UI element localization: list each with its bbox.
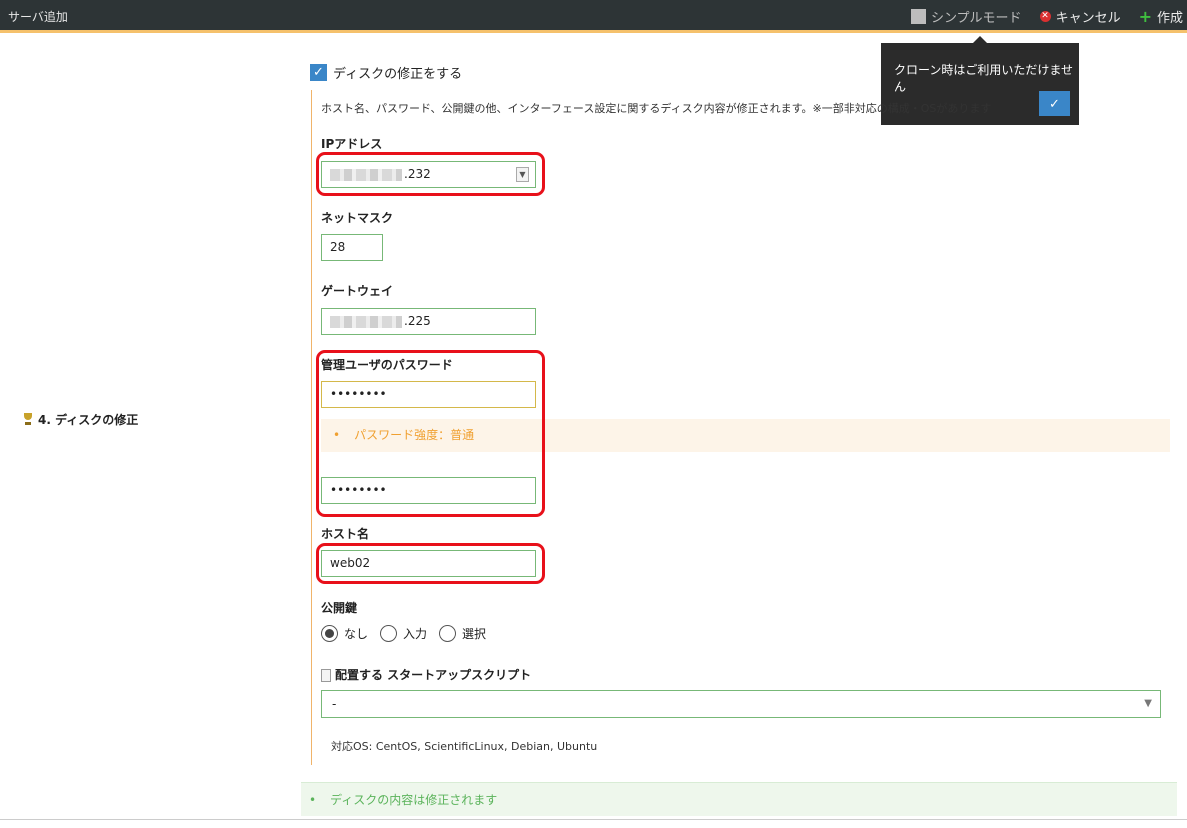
netmask-label: ネットマスク: [321, 211, 394, 225]
trophy-icon: [22, 413, 34, 426]
disk-modified-notice: • ディスクの内容は修正されます: [301, 782, 1177, 816]
startup-script-label-row: 配置する スタートアップスクリプト: [321, 666, 531, 683]
section-heading: 4. ディスクの修正: [22, 411, 138, 428]
gateway-label: ゲートウェイ: [321, 284, 394, 298]
pubkey-option-input: 入力: [403, 627, 428, 641]
pubkey-radio-select[interactable]: [439, 625, 457, 642]
ip-label: IPアドレス: [321, 137, 383, 151]
highlight-hostname: [316, 543, 545, 584]
square-checkbox-icon: [910, 9, 926, 24]
pubkey-radio-group: なし 入力 選択: [321, 625, 492, 642]
startup-script-label: 配置する スタートアップスクリプト: [335, 668, 532, 682]
pubkey-radio-none[interactable]: [321, 625, 338, 642]
tooltip-arrow: [973, 36, 987, 43]
disk-edit-description: ホスト名、パスワード、公開鍵の他、インターフェース設定に関するディスク内容が修正…: [321, 102, 992, 115]
netmask-input[interactable]: 28: [321, 234, 383, 261]
disk-edit-checkbox[interactable]: ✓: [310, 64, 327, 81]
bullet-icon: •: [309, 793, 317, 807]
gateway-value-suffix: .225: [404, 314, 431, 328]
pubkey-radio-input[interactable]: [380, 625, 398, 642]
highlight-password: [316, 350, 545, 517]
disk-edit-checkbox-row[interactable]: ✓ ディスクの修正をする: [310, 63, 462, 82]
top-bar: サーバ追加 シンプルモード ✕ キャンセル + 作成: [0, 0, 1187, 33]
hostname-label: ホスト名: [321, 527, 370, 541]
pubkey-option-none: なし: [344, 627, 369, 641]
gateway-input[interactable]: .225: [321, 308, 536, 335]
highlight-ip: [316, 152, 545, 196]
cancel-button[interactable]: ✕ キャンセル: [1039, 7, 1121, 26]
create-label: 作成: [1156, 11, 1183, 26]
close-icon: ✕: [1039, 11, 1051, 22]
section-title: 4. ディスクの修正: [38, 413, 139, 427]
cancel-label: キャンセル: [1055, 11, 1121, 26]
simple-mode-toggle[interactable]: シンプルモード: [910, 7, 1022, 26]
disk-edit-checkbox-label: ディスクの修正をする: [333, 67, 463, 82]
startup-script-value: -: [332, 697, 337, 711]
pubkey-option-select: 選択: [462, 627, 487, 641]
startup-script-select[interactable]: - ▼: [321, 690, 1161, 718]
pubkey-label: 公開鍵: [321, 601, 358, 615]
disk-modified-text: ディスクの内容は修正されます: [330, 793, 498, 807]
plus-icon: +: [1138, 6, 1152, 26]
create-button[interactable]: + 作成: [1139, 7, 1183, 26]
page-title: サーバ追加: [8, 10, 68, 24]
startup-support-os: 対応OS: CentOS, ScientificLinux, Debian, U…: [331, 740, 598, 753]
simple-mode-label: シンプルモード: [930, 11, 1022, 26]
divider: [0, 819, 1187, 820]
blurred-gateway-prefix: [330, 315, 402, 328]
document-icon: [321, 669, 331, 682]
netmask-value: 28: [330, 240, 346, 254]
disk-edit-panel: ホスト名、パスワード、公開鍵の他、インターフェース設定に関するディスク内容が修正…: [311, 90, 1170, 765]
header-actions: シンプルモード ✕ キャンセル + 作成: [910, 7, 1183, 26]
chevron-down-icon: ▼: [1144, 698, 1152, 709]
